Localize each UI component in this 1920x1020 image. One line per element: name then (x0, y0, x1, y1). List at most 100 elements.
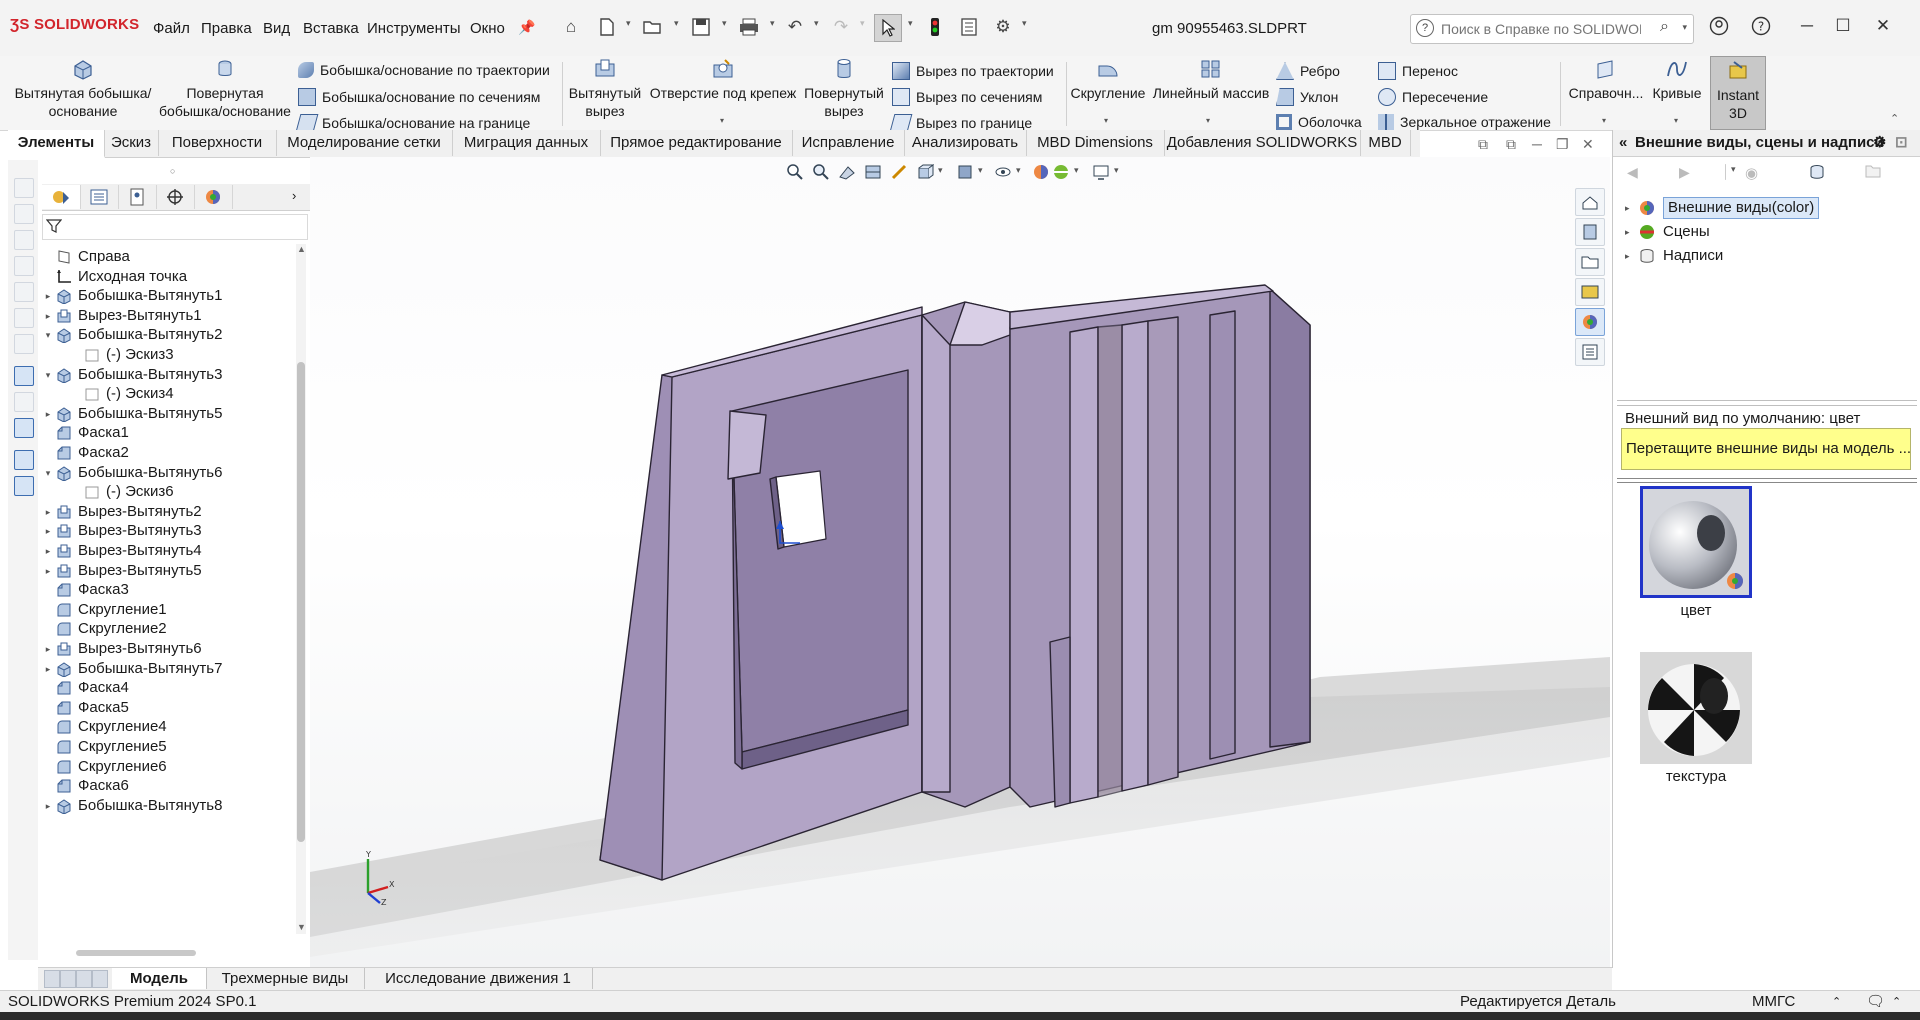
mirror-button[interactable]: Зеркальное отражение (1378, 114, 1551, 130)
dynamic-annotation-icon[interactable] (890, 163, 908, 181)
next-tab-icon[interactable] (76, 970, 92, 988)
hole-wizard-dropdown-icon[interactable]: ▾ (720, 116, 724, 125)
scroll-down-icon[interactable]: ▼ (297, 922, 306, 932)
expand-arrow-icon[interactable]: ▸ (40, 794, 56, 818)
edit-appearance-icon[interactable] (1032, 163, 1050, 181)
revolve-cut-button[interactable]: Повернутый вырез (802, 58, 886, 120)
design-library-icon[interactable] (1575, 218, 1605, 246)
last-tab-icon[interactable] (92, 970, 108, 988)
open-dropdown-icon[interactable]: ▾ (674, 18, 679, 29)
tab-sketch[interactable]: Эскиз (104, 130, 159, 156)
reference-geometry-button[interactable]: Справочн... (1566, 58, 1646, 102)
tree-node-scenes[interactable]: ▸ Сцены (1625, 220, 1710, 244)
strip-tool-icon[interactable] (14, 366, 34, 386)
tab-dimxpert[interactable] (156, 185, 195, 209)
task-pane-options-gear-icon[interactable]: ⚙ (1873, 130, 1886, 156)
units-dropdown-icon[interactable]: ⌃ (1832, 995, 1841, 1008)
save-dropdown-icon[interactable]: ▾ (722, 18, 727, 29)
pane-splitter[interactable] (1617, 400, 1917, 406)
linear-pattern-button[interactable]: Линейный массив (1150, 58, 1272, 102)
previous-view-icon[interactable] (838, 163, 856, 181)
appearances-scenes-icon[interactable] (1575, 308, 1605, 336)
status-expand-icon[interactable]: ⌃ (1892, 995, 1901, 1008)
swatch-texture[interactable] (1640, 652, 1752, 764)
draft-button[interactable]: Уклон (1276, 88, 1338, 106)
tab-display-manager[interactable] (194, 185, 233, 209)
help-search[interactable]: ? ⌕ ▾ (1410, 14, 1694, 44)
search-icon[interactable]: ⌕ (1660, 18, 1669, 36)
tab-model[interactable]: Модель (112, 968, 207, 989)
decals-label[interactable]: Надписи (1663, 244, 1723, 268)
strip-tool-icon[interactable] (14, 230, 34, 250)
instant3d-button[interactable]: Instant 3D (1710, 56, 1766, 130)
display-style-dropdown-icon[interactable]: ▾ (978, 165, 983, 176)
menu-insert[interactable]: Вставка (303, 20, 359, 37)
strip-tool-icon[interactable] (14, 256, 34, 276)
collapse-ribbon-icon[interactable]: ⌃ (1890, 112, 1899, 125)
options-gear-icon[interactable]: ⚙ (990, 14, 1016, 40)
home-icon[interactable]: ⌂ (558, 14, 584, 40)
loft-cut-button[interactable]: Вырез по сечениям (892, 88, 1042, 106)
pin-icon[interactable]: 📌 (514, 14, 540, 40)
view-palette-icon[interactable] (1575, 278, 1605, 306)
appearances-label[interactable]: Внешние виды(color) (1663, 197, 1820, 219)
rebuild-status-icon[interactable]: 🗨 (1866, 992, 1885, 1010)
options-dropdown-icon[interactable]: ▾ (1022, 18, 1027, 29)
pane-splitter-lower[interactable] (1617, 478, 1917, 483)
print-icon[interactable] (736, 14, 762, 40)
expand-arrow-icon[interactable]: ▾ (40, 363, 56, 387)
first-tab-icon[interactable] (44, 970, 60, 988)
tab-feature-tree[interactable] (42, 185, 81, 209)
save-icon[interactable] (688, 14, 714, 40)
new-dropdown-icon[interactable]: ▾ (626, 18, 631, 29)
minimize-icon[interactable]: ─ (1792, 16, 1822, 40)
back-icon[interactable]: ◀ (1627, 164, 1645, 180)
undo-icon[interactable]: ↶ (782, 14, 808, 40)
fillet-button[interactable]: Скругление (1068, 58, 1148, 102)
library-database-icon[interactable] (1809, 164, 1827, 180)
tree-node-decals[interactable]: ▸ Надписи (1625, 244, 1723, 268)
menu-view[interactable]: Вид (263, 20, 290, 37)
zoom-to-fit-icon[interactable] (786, 163, 804, 181)
scene-dropdown-icon[interactable]: ▾ (1074, 165, 1079, 176)
tab-motion-study[interactable]: Исследование движения 1 (364, 968, 593, 989)
solidworks-resources-icon[interactable] (1575, 188, 1605, 216)
extrude-cut-button[interactable]: Вытянутый вырез (566, 58, 644, 120)
apply-scene-icon[interactable] (1052, 163, 1070, 181)
sweep-boss-button[interactable]: Бобышка/основание по траектории (298, 62, 550, 78)
tab-solidworks-addins[interactable]: Добавления SOLIDWORKS (1164, 130, 1361, 156)
tab-property-manager[interactable] (80, 185, 119, 209)
tab-direct-editing[interactable]: Прямое редактирование (600, 130, 793, 156)
redo-dropdown-icon[interactable]: ▾ (860, 18, 865, 29)
panel-grip-icon[interactable]: ○ (170, 166, 175, 176)
hole-wizard-button[interactable]: Отверстие под крепеж (648, 58, 798, 102)
tab-repair[interactable]: Исправление (792, 130, 905, 156)
tree-node-appearances[interactable]: ▸ Внешние виды(color) (1625, 196, 1820, 220)
menu-tools[interactable]: Инструменты (367, 20, 461, 37)
rebuild-icon[interactable] (922, 14, 948, 40)
menu-edit[interactable]: Правка (201, 20, 252, 37)
window-close-icon[interactable]: ✕ (1582, 136, 1594, 153)
shell-button[interactable]: Оболочка (1276, 114, 1362, 130)
strip-tool-icon[interactable] (14, 178, 34, 198)
scroll-up-icon[interactable]: ▲ (297, 244, 306, 254)
strip-tool-icon[interactable] (14, 282, 34, 302)
tab-data-migration[interactable]: Миграция данных (452, 130, 601, 156)
scenes-label[interactable]: Сцены (1663, 220, 1710, 244)
print-dropdown-icon[interactable]: ▾ (770, 18, 775, 29)
tab-3d-views[interactable]: Трехмерные виды (206, 968, 365, 989)
task-pane-pin-icon[interactable]: ⊡ (1895, 130, 1908, 156)
solidworks-logo[interactable]: ƷS SOLIDWORKS (10, 16, 139, 33)
expand-arrow-icon[interactable]: ▸ (1625, 196, 1639, 220)
close-icon[interactable]: ✕ (1868, 16, 1898, 40)
undo-dropdown-icon[interactable]: ▾ (814, 18, 819, 29)
sweep-cut-button[interactable]: Вырез по траектории (892, 62, 1054, 80)
tree-horizontal-scrollbar[interactable] (76, 950, 196, 956)
tab-mesh-modeling[interactable]: Моделирование сетки (276, 130, 453, 156)
menu-window[interactable]: Окно (470, 20, 505, 37)
strip-tool-icon[interactable] (14, 334, 34, 354)
strip-tool-icon[interactable] (14, 476, 34, 496)
view-orientation-icon[interactable] (916, 163, 934, 181)
curves-button[interactable]: Кривые (1648, 58, 1706, 102)
panel-expand-arrow-icon[interactable]: › (292, 188, 296, 203)
